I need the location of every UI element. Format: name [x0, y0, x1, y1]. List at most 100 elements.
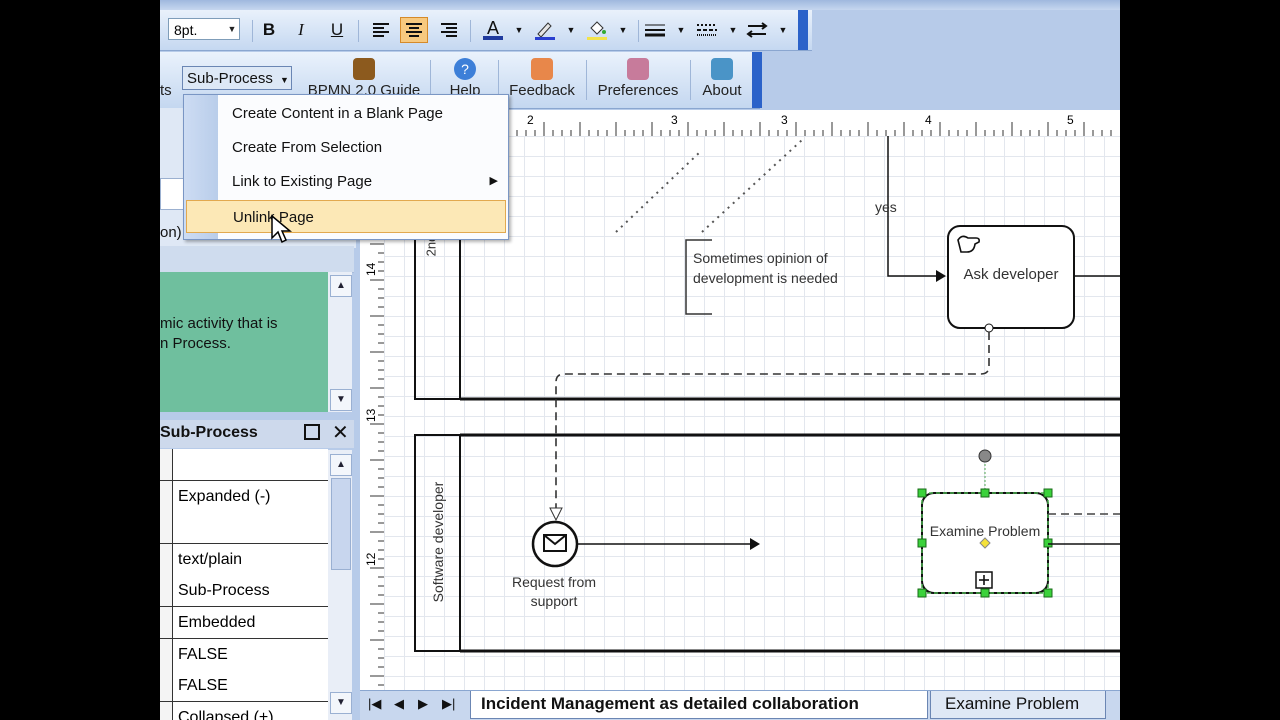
menu-item-create-blank-page[interactable]: Create Content in a Blank Page: [184, 97, 508, 130]
property-row[interactable]: [160, 449, 328, 481]
property-row[interactable]: Expanded (-): [160, 480, 328, 513]
preferences-button[interactable]: Preferences: [592, 58, 684, 104]
line-ends-icon[interactable]: [744, 18, 770, 42]
previous-page-icon[interactable]: ◀: [394, 696, 404, 712]
event-label: Request from support: [511, 574, 597, 609]
envelope-icon: [531, 58, 553, 80]
chevron-down-icon: ▼: [280, 75, 289, 85]
scroll-down-icon[interactable]: ▼: [330, 692, 352, 714]
feedback-button[interactable]: Feedback: [504, 58, 580, 104]
align-right-icon[interactable]: [436, 18, 462, 42]
property-value: FALSE: [178, 645, 228, 663]
properties-title: Sub-Process: [160, 424, 258, 441]
first-page-icon[interactable]: |◀: [368, 696, 381, 712]
toolbar-separator: [252, 20, 253, 42]
menu-item-link-existing-page[interactable]: Link to Existing Page ▶: [184, 165, 508, 198]
last-page-icon[interactable]: ▶|: [442, 696, 455, 712]
properties-scrollbar[interactable]: ▲ ▼: [328, 450, 352, 720]
message-flow-arrowhead: [549, 507, 563, 522]
ruler-label: 2: [527, 113, 534, 127]
property-key-cell: [160, 543, 173, 575]
tab-active-page[interactable]: Incident Management as detailed collabor…: [470, 691, 928, 719]
property-row[interactable]: Embedded: [160, 607, 328, 639]
property-value: Expanded (-): [178, 487, 271, 505]
properties-window-header: Sub-Process ✕: [160, 420, 354, 448]
line-color-icon[interactable]: [532, 18, 558, 42]
chevron-down-icon[interactable]: ▼: [610, 18, 636, 42]
menu-item-label: Link to Existing Page: [232, 173, 373, 190]
property-row[interactable]: Collapsed (+): [160, 701, 328, 720]
property-value: text/plain: [178, 550, 243, 568]
italic-button[interactable]: I: [288, 18, 314, 42]
ruler-label: 3: [781, 113, 788, 127]
property-key-cell: [160, 512, 173, 544]
property-row[interactable]: [160, 512, 328, 545]
line-pattern-icon[interactable]: [694, 18, 720, 42]
toolbar-overflow-grip[interactable]: [798, 10, 808, 50]
scroll-up-icon[interactable]: ▲: [330, 454, 352, 476]
shape-help-panel: mic activity that is n Process.: [160, 272, 328, 412]
help-text-line: mic activity that is: [160, 315, 278, 332]
menu-item-unlink-page[interactable]: Unlink Page: [186, 200, 506, 233]
visio-window: 8pt. ▼ B I U A ▼ ▼ ▼ ▼ ▼ ▼ ts Sub-Proces…: [160, 0, 1120, 720]
property-row[interactable]: text/plain: [160, 543, 328, 576]
task-label: Ask developer: [963, 266, 1059, 283]
title-bar-strip: [160, 0, 1120, 10]
mouse-cursor-icon: [271, 214, 292, 244]
text-annotation[interactable]: Sometimes opinion of development is need…: [693, 248, 843, 288]
about-button[interactable]: About: [694, 58, 750, 104]
fill-color-icon[interactable]: [584, 18, 610, 42]
property-key-cell: [160, 701, 173, 720]
next-page-icon[interactable]: ▶: [418, 696, 428, 712]
chevron-down-icon[interactable]: ▼: [720, 18, 746, 42]
formatting-toolbar: 8pt. ▼ B I U A ▼ ▼ ▼ ▼ ▼ ▼: [160, 10, 812, 51]
toolbar-separator: [586, 60, 587, 100]
underline-button[interactable]: U: [324, 18, 350, 42]
lane-label-software-developer: Software developer: [424, 472, 452, 612]
property-key-cell: [160, 638, 173, 670]
ruler-label: 4: [925, 113, 932, 127]
line-weight-icon[interactable]: [642, 18, 668, 42]
property-row[interactable]: Sub-Process: [160, 575, 328, 608]
close-icon[interactable]: ✕: [332, 420, 349, 445]
tab-examine-problem[interactable]: Examine Problem: [930, 691, 1106, 719]
toolbar-overflow-grip[interactable]: [752, 52, 762, 108]
bold-button[interactable]: B: [256, 18, 282, 42]
help-text-line: n Process.: [160, 335, 231, 352]
rotation-handle[interactable]: [978, 449, 992, 463]
menu-item-label: Create Content in a Blank Page: [232, 105, 443, 122]
font-color-button[interactable]: A: [480, 18, 506, 42]
sub-process-label: Sub-Process: [187, 70, 273, 87]
maximize-icon[interactable]: [304, 424, 320, 440]
property-row[interactable]: FALSE: [160, 670, 328, 703]
ruler-ticks: 2 3 3 4 5: [507, 113, 1112, 136]
flow-arrowhead: [936, 270, 946, 282]
scroll-thumb[interactable]: [331, 478, 351, 570]
property-value: Sub-Process: [178, 582, 270, 600]
property-row[interactable]: FALSE: [160, 638, 328, 671]
property-key-cell: [160, 480, 173, 512]
chevron-down-icon[interactable]: ▼: [506, 18, 532, 42]
ruler-label: 13: [364, 408, 378, 422]
menu-item-create-from-selection[interactable]: Create From Selection: [184, 131, 508, 164]
preferences-label: Preferences: [597, 82, 679, 99]
toolbar-separator: [470, 20, 471, 42]
help-scrollbar[interactable]: ▲ ▼: [328, 272, 352, 412]
chevron-down-icon[interactable]: ▼: [225, 19, 239, 39]
association-line: [701, 139, 803, 233]
chevron-down-icon[interactable]: ▼: [770, 18, 796, 42]
align-left-icon[interactable]: [368, 18, 394, 42]
submenu-arrow-icon: ▶: [489, 175, 498, 187]
chevron-down-icon[interactable]: ▼: [668, 18, 694, 42]
message-flow-start: [984, 323, 994, 333]
sub-process-dropdown-button[interactable]: Sub-Process ▼: [182, 66, 292, 90]
help-pane-header: [160, 246, 354, 273]
scroll-up-icon[interactable]: ▲: [330, 275, 352, 297]
property-value: Collapsed (+): [178, 708, 274, 720]
message-flow: [555, 332, 990, 514]
align-center-icon[interactable]: [400, 17, 428, 43]
font-size-combo[interactable]: 8pt. ▼: [168, 18, 240, 40]
scroll-down-icon[interactable]: ▼: [330, 389, 352, 411]
chevron-down-icon[interactable]: ▼: [558, 18, 584, 42]
pane-partial-text: on): [160, 224, 182, 241]
